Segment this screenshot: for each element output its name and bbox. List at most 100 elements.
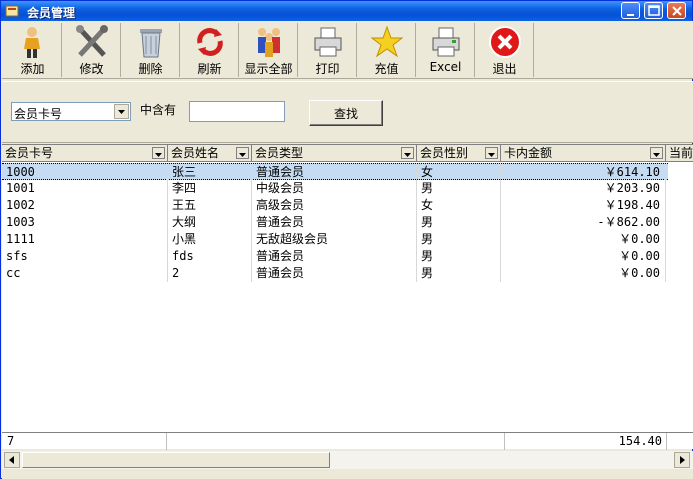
grid-footer: 7 154.40 [2,432,693,450]
column-header-balance[interactable]: 卡内金额 [501,145,666,162]
trash-icon [139,29,162,58]
column-header-label: 卡内金额 [504,146,553,160]
column-header-type[interactable]: 会员类型 [252,145,417,162]
table-row[interactable]: 1111 小黑 无敌超级会员 男 ￥0.00 [2,231,668,248]
recharge-label: 充值 [374,62,399,76]
column-header-label: 会员性别 [420,146,469,160]
cell-gender: 男 [417,214,501,231]
table-row[interactable]: sfs fds 普通会员 男 ￥0.00 [2,248,668,265]
cell-card-no: 1001 [2,180,168,197]
cell-type: 普通会员 [252,265,417,282]
cell-gender: 男 [417,265,501,282]
toolbar: 添加 修改 删除 刷新 显示全部 打印 充值 Excel 退出 [2,21,693,79]
cell-type: 无敌超级会员 [252,231,417,248]
cell-gender: 男 [417,248,501,265]
cell-name: 张三 [168,164,252,181]
footer-spacer [167,433,505,450]
people-group-icon [257,28,280,57]
cell-balance: ￥614.10 [501,164,666,181]
chevron-down-icon [118,110,125,114]
table-row[interactable]: 1000 张三 普通会员 女 ￥614.10 [2,163,668,181]
title-bar[interactable]: 会员管理 [1,1,692,21]
refresh-icon [196,28,223,56]
table-row[interactable]: cc 2 普通会员 男 ￥0.00 [2,265,668,282]
search-input[interactable] [189,101,285,122]
edit-button[interactable]: 修改 [63,23,121,77]
maximize-icon [648,5,660,16]
person-add-icon [23,27,40,58]
exit-label: 退出 [492,62,517,76]
chevron-down-icon [488,153,495,157]
scroll-left-button[interactable] [4,452,20,468]
chevron-down-icon [653,153,660,157]
arrow-right-icon [680,456,685,464]
cell-card-no: sfs [2,248,168,265]
cell-type: 高级会员 [252,197,417,214]
recharge-button[interactable]: 充值 [358,23,416,77]
printer-icon [314,27,341,57]
cell-card-no: 1111 [2,231,168,248]
column-header-current[interactable]: 当前 [666,145,693,162]
cell-card-no: 1002 [2,197,168,214]
column-filter-button[interactable] [152,147,165,159]
column-filter-button[interactable] [650,147,663,159]
column-header-gender[interactable]: 会员性别 [417,145,501,162]
search-field-select[interactable]: 会员卡号 [11,102,131,121]
cell-balance: -￥862.00 [501,214,666,231]
table-row[interactable]: 1002 王五 高级会员 女 ￥198.40 [2,197,668,214]
cell-gender: 女 [417,164,501,181]
cell-name: 李四 [168,180,252,197]
close-button[interactable] [667,2,686,19]
add-button[interactable]: 添加 [4,23,62,77]
cell-type: 普通会员 [252,248,417,265]
cell-name: fds [168,248,252,265]
column-header-label: 会员类型 [255,146,304,160]
show-all-button[interactable]: 显示全部 [240,23,298,77]
print-button[interactable]: 打印 [299,23,357,77]
empty-grid-area [668,163,693,432]
scroll-right-button[interactable] [674,452,690,468]
refresh-button[interactable]: 刷新 [181,23,239,77]
table-row[interactable]: 1001 李四 中级会员 男 ￥203.90 [2,180,668,197]
minimize-button[interactable] [621,2,640,19]
column-filter-button[interactable] [485,147,498,159]
print-label: 打印 [315,62,340,76]
close-icon [672,6,682,16]
cell-type: 普通会员 [252,214,417,231]
excel-button[interactable]: Excel [417,23,475,77]
horizontal-scrollbar[interactable] [2,451,693,469]
cell-card-no: 1000 [2,164,168,181]
cell-gender: 女 [417,197,501,214]
column-header-label: 当前 [669,146,693,160]
exit-button[interactable]: 退出 [476,23,534,77]
window-title: 会员管理 [27,6,76,20]
dropdown-button[interactable] [114,104,129,119]
cell-type: 普通会员 [252,164,417,181]
cell-name: 2 [168,265,252,282]
table-row[interactable]: 1003 大纲 普通会员 男 -￥862.00 [2,214,668,231]
cell-gender: 男 [417,180,501,197]
cell-balance: ￥0.00 [501,265,666,282]
arrow-left-icon [9,456,14,464]
delete-button[interactable]: 删除 [122,23,180,77]
cell-balance: ￥0.00 [501,248,666,265]
column-header-label: 会员姓名 [171,146,220,160]
record-count: 7 [2,433,167,450]
chevron-down-icon [239,153,246,157]
member-grid[interactable]: 会员卡号 会员姓名 会员类型 会员性别 卡内金额 当前 1000 张三 普通会员… [2,144,693,432]
chevron-down-icon [155,153,162,157]
exit-icon [488,26,521,58]
status-bar [2,469,693,479]
excel-label: Excel [429,60,462,74]
column-header-card-no[interactable]: 会员卡号 [2,145,168,162]
find-button[interactable]: 查找 [309,100,383,126]
column-header-name[interactable]: 会员姓名 [168,145,252,162]
contains-label: 中含有 [140,103,177,117]
cell-balance: ￥0.00 [501,231,666,248]
column-filter-button[interactable] [401,147,414,159]
column-filter-button[interactable] [236,147,249,159]
maximize-button[interactable] [644,2,663,19]
scroll-thumb[interactable] [22,452,330,468]
cell-balance: ￥203.90 [501,180,666,197]
cell-balance: ￥198.40 [501,197,666,214]
